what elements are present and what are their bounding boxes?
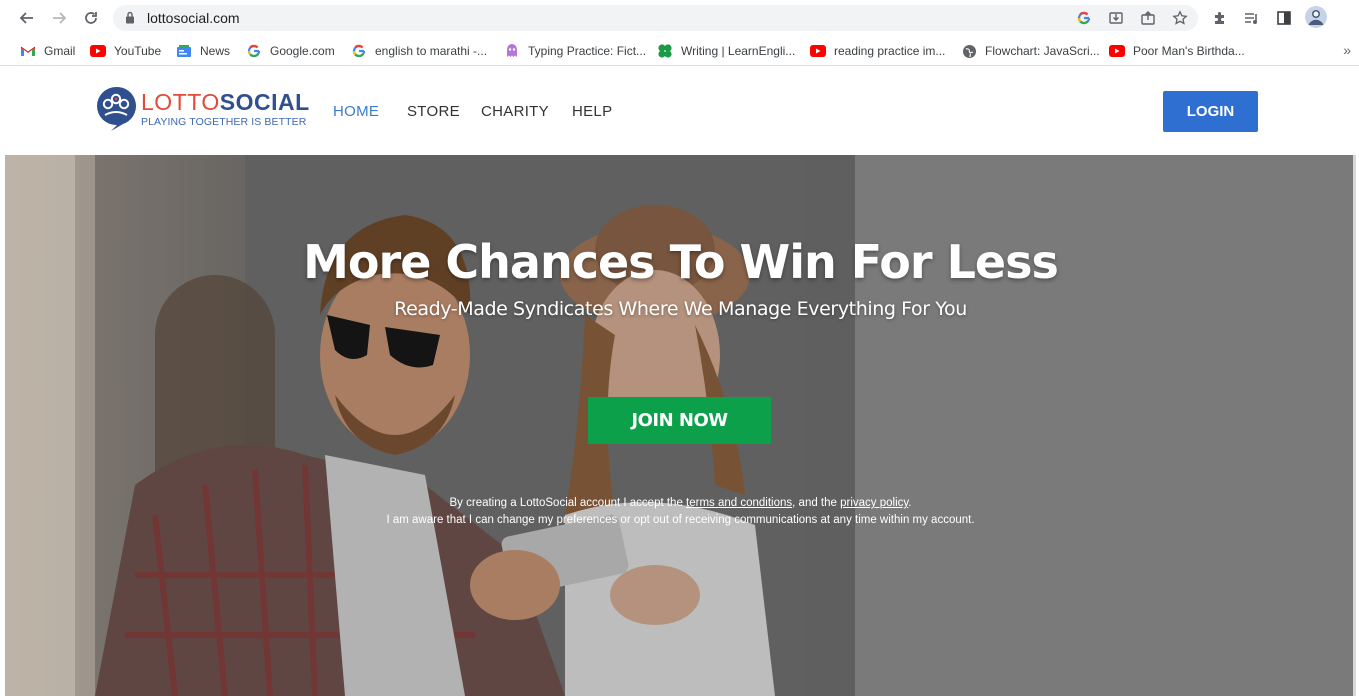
bookmark-flowchart[interactable]: Flowchart: JavaScri... — [961, 42, 1100, 60]
news-icon — [176, 43, 192, 59]
bookmark-learnenglish[interactable]: Writing | LearnEngli... — [657, 42, 795, 60]
bookmarks-bar: Gmail YouTube News Google.com english to… — [0, 36, 1359, 66]
bookmark-star-icon[interactable] — [1172, 10, 1188, 26]
bookmark-english-marathi[interactable]: english to marathi -... — [351, 42, 487, 60]
privacy-link[interactable]: privacy policy — [840, 497, 908, 509]
reload-icon[interactable] — [80, 7, 102, 29]
bookmark-poor-mans-birthday[interactable]: Poor Man's Birthda... — [1109, 42, 1245, 60]
install-icon[interactable] — [1108, 10, 1124, 26]
side-panel-icon[interactable] — [1275, 9, 1293, 27]
consent-line-1: By creating a LottoSocial account I acce… — [449, 497, 912, 509]
nav-store[interactable]: STORE — [407, 103, 460, 120]
bookmark-typing-practice[interactable]: Typing Practice: Fict... — [504, 42, 646, 60]
url-text[interactable]: lottosocial.com — [147, 10, 240, 26]
logo-wordmark: LOTTOSOCIAL — [141, 89, 310, 115]
bookmark-gmail[interactable]: Gmail — [20, 42, 75, 60]
typing-icon — [504, 43, 520, 59]
profile-avatar[interactable] — [1305, 6, 1327, 28]
forward-icon[interactable] — [48, 7, 70, 29]
hero-title: More Chances To Win For Less — [303, 235, 1059, 289]
nav-charity[interactable]: CHARITY — [481, 103, 549, 120]
learnenglish-icon — [657, 43, 673, 59]
page-viewport: LOTTOSOCIAL PLAYING TOGETHER IS BETTER H… — [5, 67, 1356, 696]
google-icon — [246, 43, 262, 59]
google-lens-icon[interactable] — [1076, 10, 1092, 26]
lottosocial-logo[interactable]: LOTTOSOCIAL PLAYING TOGETHER IS BETTER — [95, 85, 309, 133]
globe-icon — [961, 43, 977, 59]
join-now-button[interactable]: JOIN NOW — [588, 397, 771, 444]
extensions-icon[interactable] — [1211, 9, 1229, 27]
bookmark-reading-practice[interactable]: reading practice im... — [810, 42, 945, 60]
address-bar[interactable]: lottosocial.com — [113, 5, 1198, 31]
back-icon[interactable] — [16, 7, 38, 29]
logo-mark-icon — [97, 86, 136, 131]
youtube-icon — [810, 43, 826, 59]
youtube-icon — [90, 43, 106, 59]
youtube-icon — [1109, 43, 1125, 59]
consent-text: By creating a LottoSocial account I acce… — [5, 495, 1356, 529]
hero-subtitle: Ready-Made Syndicates Where We Manage Ev… — [394, 298, 967, 320]
terms-link[interactable]: terms and conditions — [686, 497, 792, 509]
scrollbar[interactable] — [1353, 155, 1356, 696]
consent-line-2: I am aware that I can change my preferen… — [386, 514, 975, 526]
login-button[interactable]: LOGIN — [1163, 91, 1258, 132]
nav-help[interactable]: HELP — [572, 103, 612, 120]
bookmark-youtube[interactable]: YouTube — [90, 42, 161, 60]
lock-icon[interactable] — [125, 11, 135, 29]
media-control-icon[interactable] — [1243, 9, 1261, 27]
share-icon[interactable] — [1140, 10, 1156, 26]
browser-toolbar: lottosocial.com — [0, 0, 1359, 36]
google-icon — [351, 43, 367, 59]
site-header: LOTTOSOCIAL PLAYING TOGETHER IS BETTER H… — [5, 67, 1356, 155]
gmail-icon — [20, 43, 36, 59]
nav-home[interactable]: HOME — [333, 103, 379, 120]
bookmarks-overflow-icon[interactable]: » — [1343, 42, 1351, 58]
logo-tagline: PLAYING TOGETHER IS BETTER — [141, 116, 307, 128]
bookmark-news[interactable]: News — [176, 42, 230, 60]
hero-banner: More Chances To Win For Less Ready-Made … — [5, 155, 1356, 696]
bookmark-google[interactable]: Google.com — [246, 42, 335, 60]
